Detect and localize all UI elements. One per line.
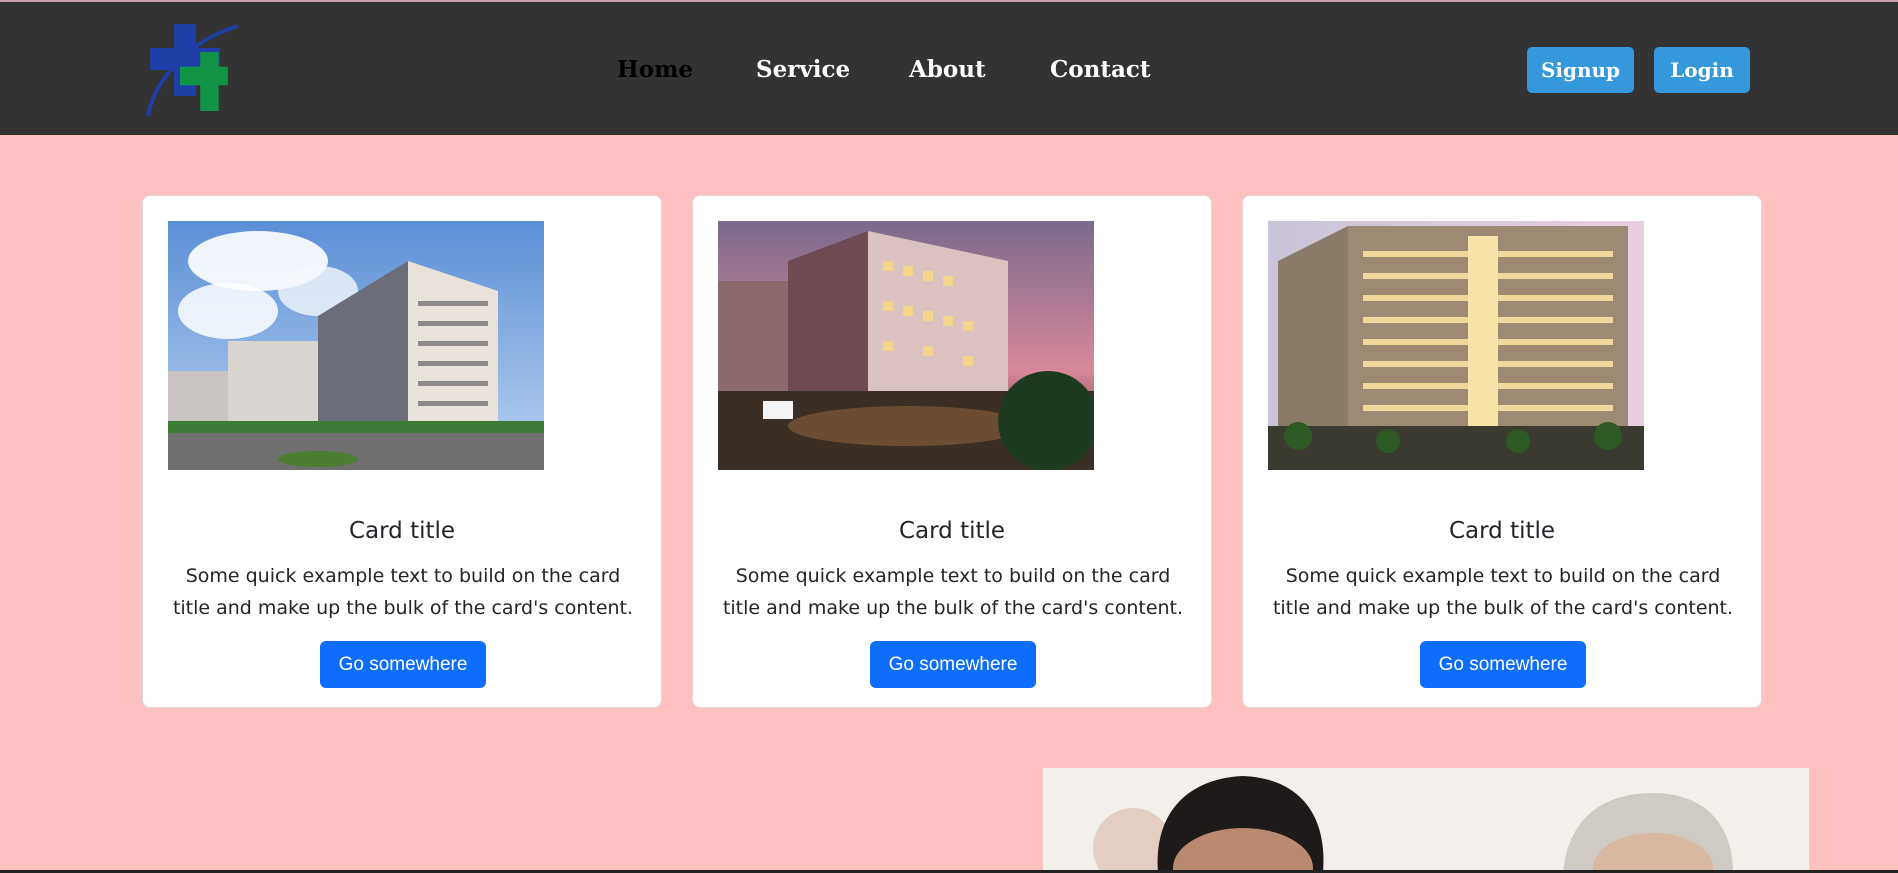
signup-button[interactable]: Signup: [1527, 47, 1634, 93]
card-title: Card title: [898, 518, 1006, 544]
nav-service-link[interactable]: Service: [756, 52, 850, 88]
hospital-building-dusk-icon: [718, 221, 1094, 470]
card-text: Some quick example text to build on the …: [722, 565, 1184, 619]
card-text: Some quick example text to build on the …: [1272, 565, 1734, 619]
nav-contact-link[interactable]: Contact: [1050, 52, 1151, 88]
nav-home-link[interactable]: Home: [617, 52, 693, 88]
card-title: Card title: [1448, 518, 1556, 544]
hospital-building-daytime-icon: [168, 221, 544, 470]
navbar: Home Service About Contact Signup Login: [0, 0, 1898, 135]
card-title: Card title: [348, 518, 456, 544]
hospital-building-night-icon: [1268, 221, 1644, 470]
go-somewhere-button[interactable]: Go somewhere: [1420, 641, 1586, 688]
go-somewhere-button[interactable]: Go somewhere: [320, 641, 486, 688]
card-2: Card title Some quick example text to bu…: [692, 195, 1212, 708]
doctor-patient-photo-icon: [1043, 768, 1809, 873]
nav-about-link[interactable]: About: [909, 52, 986, 88]
go-somewhere-button[interactable]: Go somewhere: [870, 641, 1036, 688]
card-3: Card title Some quick example text to bu…: [1242, 195, 1762, 708]
card-text: Some quick example text to build on the …: [172, 565, 634, 619]
card-1: Card title Some quick example text to bu…: [142, 195, 662, 708]
login-button[interactable]: Login: [1654, 47, 1750, 93]
